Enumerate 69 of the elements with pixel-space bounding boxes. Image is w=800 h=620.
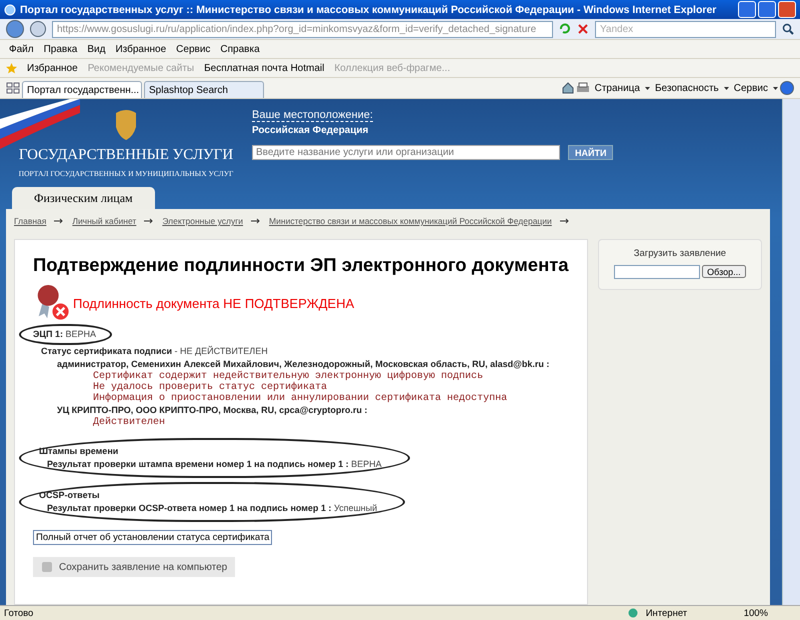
file-field[interactable] <box>614 265 700 279</box>
forward-button[interactable] <box>30 21 46 37</box>
menu-item[interactable]: Избранное <box>112 44 170 54</box>
close-button[interactable] <box>778 1 796 18</box>
command-menu[interactable]: Безопасность <box>652 82 722 94</box>
address-field[interactable]: https://www.gosuslugi.ru/ru/application/index.php?org_id=minkomsvyaz&form_id=verify_detached_signature <box>52 20 553 38</box>
printer-icon[interactable] <box>576 82 590 94</box>
certificate-message: Не удалось проверить статус сертификата <box>93 382 328 393</box>
browse-button[interactable]: Обзор... <box>702 265 746 278</box>
caret-icon <box>773 86 778 90</box>
zoom-button[interactable]: 100% <box>744 608 768 618</box>
breadcrumb-link[interactable]: Электронные услуги <box>162 216 244 226</box>
certificate-status: Статус сертификата подписи - НЕ ДЕЙСТВИТЕЛЕН <box>41 345 268 358</box>
upload-title: Загрузить заявление <box>634 248 726 259</box>
certificate-owner: администратор, Семенихин Алексей Михайлович, Железнодорожный, Московская область, RU, alasd@bk.ru : <box>57 358 550 370</box>
favorites-link[interactable]: Бесплатная почта Hotmail <box>204 62 324 74</box>
signature-status: ЭЦП 1: ВЕРНА <box>33 328 96 341</box>
arrow-icon <box>251 218 262 224</box>
status-text: Готово <box>4 608 34 618</box>
menu-item[interactable]: Справка <box>217 44 263 54</box>
close-icon[interactable] <box>577 23 589 35</box>
coat-of-arms-icon <box>113 109 139 141</box>
menu-item[interactable]: Сервис <box>173 44 214 54</box>
page-heading: Подтверждение подлинности ЭП электронного документа <box>33 254 569 276</box>
window-title: Портал государственных услуг :: Министерство связи и массовых коммуникаций Российской Федерации - Windows Internet Explorer <box>20 4 716 16</box>
minimize-button[interactable] <box>738 1 756 18</box>
browser-tab[interactable]: Splashtop Search <box>144 81 264 98</box>
favorites-button[interactable]: Избранное <box>27 62 78 74</box>
home-icon[interactable] <box>562 82 574 94</box>
caret-icon <box>724 86 729 90</box>
zone-text: Интернет <box>646 608 688 618</box>
certificate-owner: УЦ КРИПТО-ПРО, ООО КРИПТО-ПРО, Москва, RU, cpca@cryptopro.ru : <box>57 404 368 416</box>
arrow-icon <box>54 218 64 224</box>
caret-icon <box>644 86 650 90</box>
search-icon[interactable] <box>782 23 794 35</box>
menu-item[interactable]: Файл <box>6 44 37 54</box>
check-result: Результат проверки штампа времени номер 1 на подпись номер 1 : ВЕРНА <box>47 458 382 471</box>
menu-item[interactable]: Вид <box>84 44 108 54</box>
scrollbar[interactable] <box>782 99 800 605</box>
search-field[interactable]: Введите название услуги или организации <box>252 145 560 160</box>
section-title: OCSP-ответы <box>39 489 101 502</box>
back-button[interactable] <box>6 20 24 38</box>
certificate-message: Действителен <box>93 417 166 428</box>
breadcrumb-link[interactable]: Министерство связи и массовых коммуникаций Российской Федерации <box>269 216 552 226</box>
arrow-icon <box>144 218 154 224</box>
browser-tab[interactable]: Портал государственн... <box>22 81 142 98</box>
certificate-message: Информация о приостановлении или аннулировании сертификата недоступна <box>93 393 508 404</box>
save-button[interactable]: Сохранить заявление на компьютер <box>33 557 236 577</box>
refresh-icon[interactable] <box>559 23 571 35</box>
menu-item[interactable]: Правка <box>40 44 80 54</box>
certificate-message: Сертификат содержит недействительную электронную цифровую подпись <box>93 371 484 382</box>
command-menu[interactable]: Страница <box>592 82 643 94</box>
command-menu[interactable]: Сервис <box>730 82 771 94</box>
report-button[interactable]: Полный отчет об установлении статуса сертификата <box>33 530 272 545</box>
logo-title: ГОСУДАРСТВЕННЫЕ УСЛУГИ <box>18 147 234 164</box>
tab-list-icon[interactable] <box>6 82 20 94</box>
maximize-button[interactable] <box>758 1 776 18</box>
verdict-text: Подлинность документа НЕ ПОДТВЕРЖДЕНА <box>73 296 354 310</box>
arrow-icon <box>560 218 570 224</box>
check-result: Результат проверки OCSP-ответа номер 1 на подпись номер 1 : Успешный <box>47 502 378 515</box>
location-value: Российская Федерация <box>252 125 370 136</box>
help-button[interactable] <box>780 81 794 95</box>
breadcrumb-link[interactable]: Личный кабинет <box>72 216 136 226</box>
section-title: Штампы времени <box>39 445 120 458</box>
star-icon <box>6 62 17 74</box>
search-button[interactable]: НАЙТИ <box>568 145 614 160</box>
breadcrumb-link[interactable]: Главная <box>14 216 46 226</box>
section-tab[interactable]: Физическим лицам <box>12 187 155 209</box>
location-link[interactable]: Ваше местоположение: <box>252 109 373 122</box>
